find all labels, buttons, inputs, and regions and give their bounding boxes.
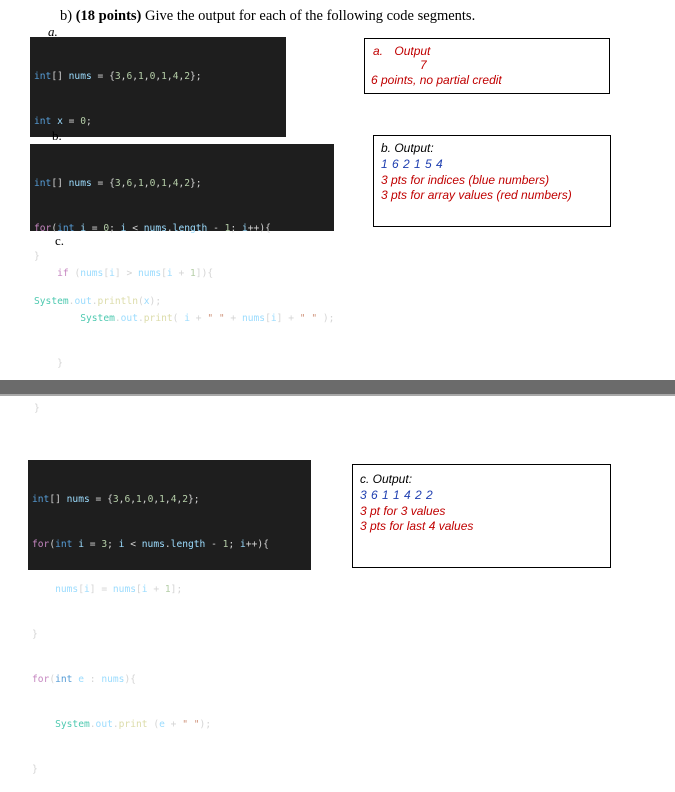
code-line-b4: System.out.print( i + " " + nums[i] + " …: [80, 313, 335, 324]
segment-c-code-block: int[] nums = {3,6,1,0,1,4,2}; for(int i …: [28, 460, 311, 775]
segment-b-label: b.: [52, 128, 62, 143]
segment-c-label: c.: [55, 233, 65, 248]
code-line-c3: nums[i] = nums[i + 1];: [55, 584, 183, 595]
code-line-c6: System.out.print (e + " ");: [55, 719, 212, 730]
code-line-c2: for(int i = 3; i < nums.length - 1; i++)…: [32, 539, 269, 550]
answer-b-title: b. Output:: [381, 141, 434, 155]
question-points: (18 points): [75, 8, 142, 24]
answer-c-grading-last: 3 pts for last 4 values: [360, 519, 474, 533]
answer-a-box: a. Output 7 6 points, no partial credit: [364, 38, 610, 94]
answer-a-grading: 6 points, no partial credit: [371, 73, 502, 87]
answer-c-value: 3 6 1 1 4 2 2: [360, 488, 434, 502]
question-part: b): [60, 8, 73, 24]
answer-b-grading-indices: 3 pts for indices (blue numbers): [381, 173, 550, 187]
segment-b-code-block: int[] nums = {3,6,1,0,1,4,2}; for(int i …: [30, 144, 334, 414]
code-line-a1: int[] nums = {3,6,1,0,1,4,2};: [34, 71, 202, 82]
code-line-c1: int[] nums = {3,6,1,0,1,4,2};: [32, 494, 200, 505]
code-line-b2: for(int i = 0; i < nums.length - 1; i++)…: [34, 223, 271, 234]
code-line-b3: if (nums[i] > nums[i + 1]){: [57, 268, 214, 279]
code-line-b5: }: [34, 358, 63, 369]
answer-c-box: c. Output: 3 6 1 1 4 2 2 3 pt for 3 valu…: [352, 464, 611, 568]
answer-a-label: a.: [373, 44, 384, 58]
code-line-c4: }: [32, 629, 38, 640]
code-line-b6: }: [34, 403, 40, 414]
answer-c-grading-first: 3 pt for 3 values: [360, 504, 446, 518]
segment-a-code-block: int[] nums = {3,6,1,0,1,4,2}; int x = 0;…: [30, 37, 286, 307]
answer-c-title: c. Output:: [360, 472, 413, 486]
answer-a-title: Output: [394, 44, 431, 58]
answer-a-value: 7: [420, 58, 427, 72]
answer-b-box: b. Output: 1 6 2 1 5 4 3 pts for indices…: [373, 135, 611, 227]
code-line-c7: }: [32, 764, 38, 775]
code-line-c5: for(int e : nums){: [32, 674, 136, 685]
page-break-divider: [0, 380, 675, 394]
answer-b-grading-values: 3 pts for array values (red numbers): [381, 188, 572, 202]
question-text: Give the output for each of the followin…: [145, 8, 476, 24]
code-line-b1: int[] nums = {3,6,1,0,1,4,2};: [34, 178, 202, 189]
answer-b-value: 1 6 2 1 5 4: [381, 157, 444, 171]
question-heading: b) (18 points) Give the output for each …: [60, 8, 475, 25]
page-break-shadow: [0, 394, 675, 396]
code-line-a2: int x = 0;: [34, 116, 92, 127]
